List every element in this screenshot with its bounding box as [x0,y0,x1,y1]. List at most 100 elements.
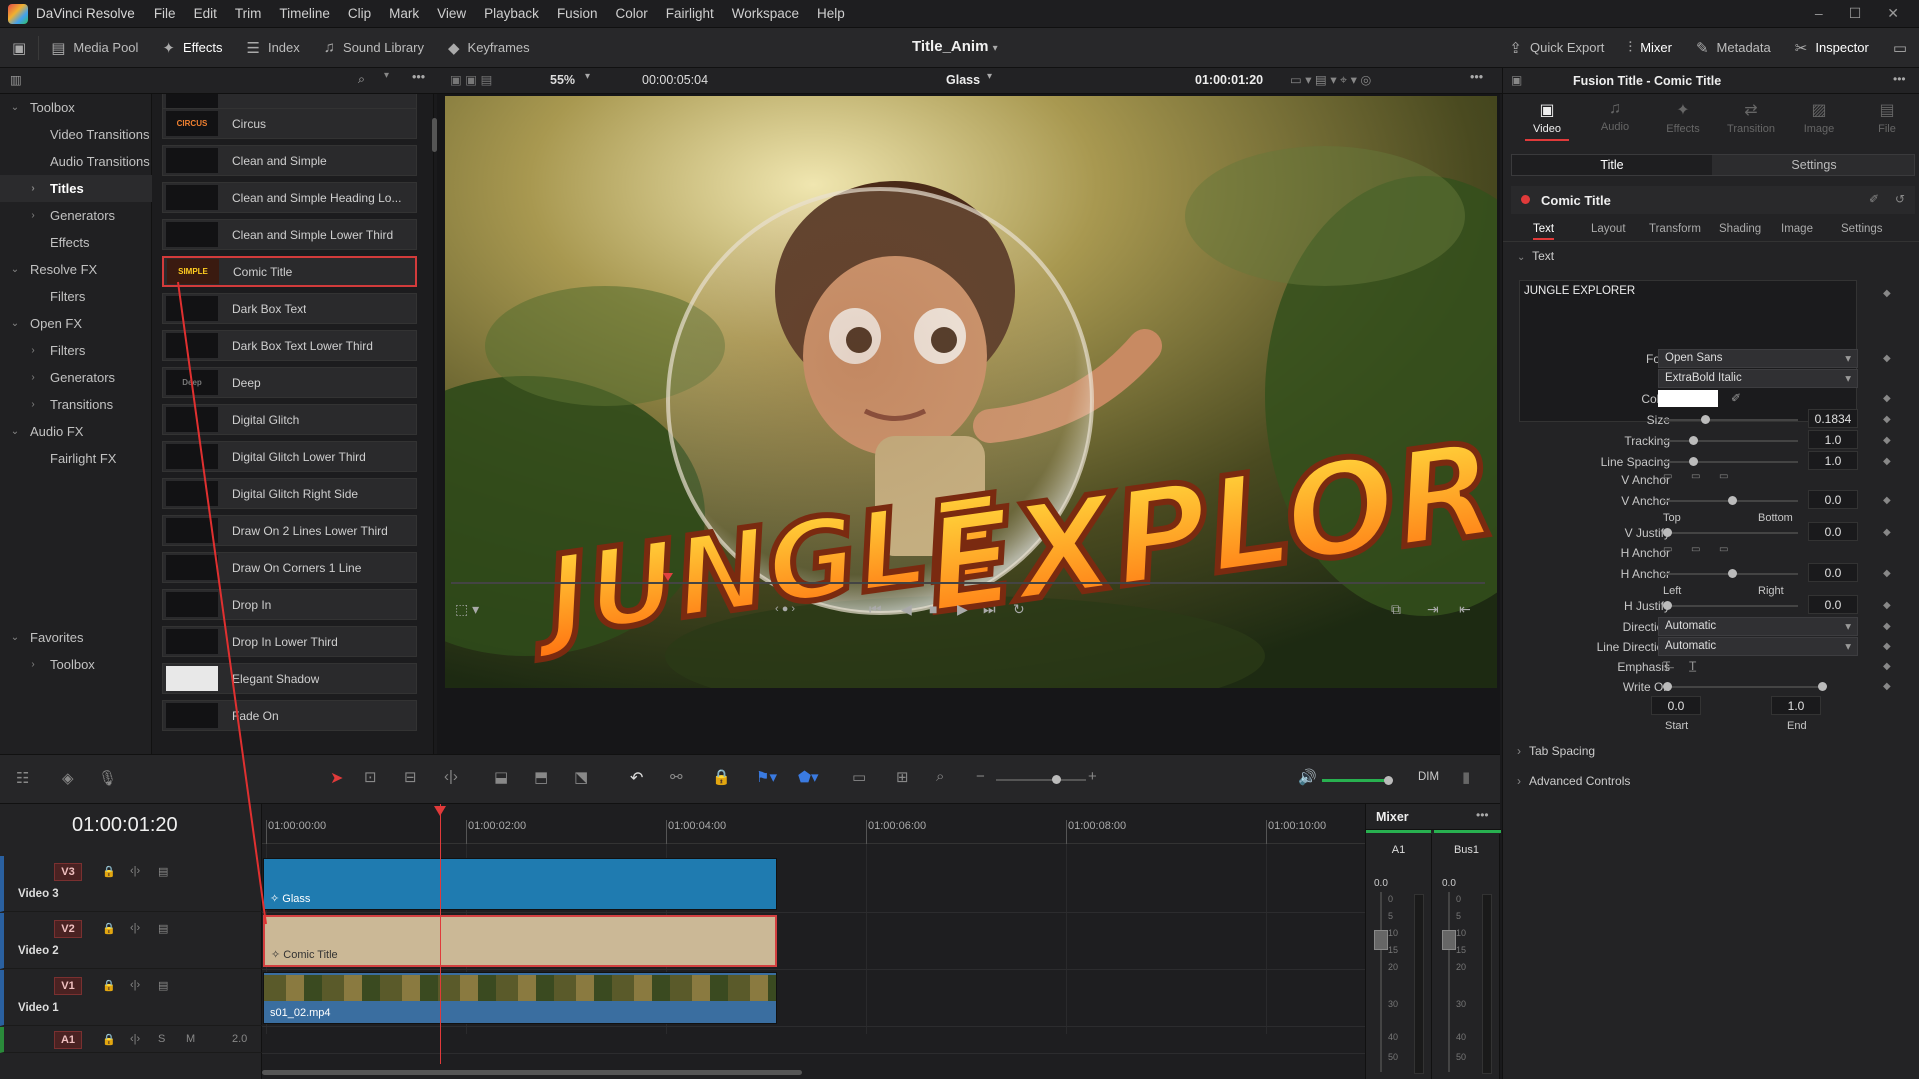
track-tag[interactable]: A1 [54,1031,82,1049]
write-on-start-knob[interactable] [1663,682,1672,691]
list-item[interactable]: Dark Box Text [162,293,417,324]
dim-button[interactable]: DIM [1418,771,1439,783]
insert-clip-icon[interactable]: ⬓ [494,768,508,786]
v-anchor-slider[interactable] [1663,496,1798,505]
keyframe-diamond-icon[interactable]: ◆ [1883,353,1891,364]
menu-mark[interactable]: Mark [380,6,428,21]
align-box-icon[interactable]: ▭ [1719,544,1728,555]
close-button[interactable]: ✕ [1887,5,1899,22]
align-box-icon[interactable]: ▭ [1663,544,1672,555]
metadata-button[interactable]: ✎ Metadata [1684,28,1783,68]
search-icon[interactable]: ⌕ [358,72,365,87]
list-item[interactable]: Digital Glitch Lower Third [162,441,417,472]
more-options-icon[interactable]: ••• [1476,808,1489,822]
track-lock-icon[interactable]: 🔒 [102,922,116,935]
project-title[interactable]: Title_Anim ▾ [912,38,998,55]
keyframe-diamond-icon[interactable]: ◆ [1883,661,1891,672]
write-on-slider[interactable] [1663,682,1827,691]
eyedropper-icon[interactable]: ✐ [1731,391,1741,405]
menu-trim[interactable]: Trim [226,6,271,21]
menu-fairlight[interactable]: Fairlight [657,6,723,21]
loop-icon[interactable]: ↻ [1013,601,1025,618]
auto-select-icon[interactable]: ‹|› [130,1033,140,1045]
v-justify-knob[interactable] [1663,528,1672,537]
sidebar-item-titles[interactable]: › Titles [0,175,152,202]
dynamic-trim-icon[interactable]: ⊟ [404,768,417,786]
sidebar-item-generators[interactable]: › Generators [0,202,152,229]
solo-button[interactable]: S [158,1033,165,1045]
color-swatch[interactable] [1658,390,1718,407]
h-justify-slider[interactable] [1663,601,1798,610]
list-item[interactable]: Clean and Simple Lower Third [162,219,417,250]
menu-timeline[interactable]: Timeline [270,6,339,21]
sidebar-item-effects[interactable]: Effects [0,229,152,256]
h-anchor-slider[interactable] [1663,569,1798,578]
sidebar-item-filters[interactable]: › Filters [0,337,152,364]
list-item[interactable]: CIRCUS Circus [162,108,417,139]
timeline-ruler[interactable]: 01:00:00:00 01:00:02:00 01:00:04:00 01:00:0… [262,804,1365,844]
media-pool-button[interactable]: ▤ Media Pool [39,28,150,68]
tab-spacing-group[interactable]: › Tab Spacing [1517,744,1595,758]
keyframe-diamond-icon[interactable]: ◆ [1883,641,1891,652]
sidebar-item-audio-transitions[interactable]: Audio Transitions [0,148,152,175]
list-item[interactable]: Clean and Simple [162,145,417,176]
microphone-icon[interactable]: 🎙 [98,769,117,787]
trim-tool-icon[interactable]: ⊡ [364,768,377,786]
strikethrough-icon[interactable]: T̶ [1663,659,1670,673]
sidebar-toggle-icon[interactable]: ▥ [10,72,22,87]
param-1-value[interactable]: 1.0 [1808,430,1858,449]
list-item[interactable]: Elegant Shadow [162,663,417,694]
effects-button[interactable]: ✦ Effects [150,28,234,68]
chevron-down-icon[interactable]: ▾ [987,71,992,82]
index-button[interactable]: ☰ Index [235,28,312,68]
direction-dropdown[interactable]: Automatic [1658,617,1858,636]
overwrite-clip-icon[interactable]: ⬒ [534,768,548,786]
write-on-start-value[interactable]: 0.0 [1651,696,1701,715]
viewer-tools-icon[interactable]: ▭ ▾ ▤ ▾ ⌖ ▾ ◎ [1290,72,1371,88]
menu-view[interactable]: View [428,6,475,21]
timeline-playhead[interactable] [440,804,441,1064]
h-justify-value[interactable]: 0.0 [1808,595,1858,614]
keyframe-diamond-icon[interactable]: ◆ [1883,621,1891,632]
lock-icon[interactable]: 🔒 [712,768,731,786]
track-lock-icon[interactable]: 🔒 [102,865,116,878]
keyframe-diamond-icon[interactable]: ◆ [1883,600,1891,611]
advanced-controls-group[interactable]: › Advanced Controls [1517,774,1630,788]
chevron-down-icon[interactable]: ▾ [384,70,389,81]
track-tag[interactable]: V3 [54,863,82,881]
panel-toggle-button[interactable]: ▣ [0,28,38,68]
keyframe-diamond-icon[interactable]: ◆ [1883,527,1891,538]
clip-comic-title[interactable]: ✧ Comic Title [263,915,777,967]
blade-tool-icon[interactable]: ‹|› [444,768,458,785]
zoom-in-icon[interactable]: + [1088,768,1097,785]
keyframe-diamond-icon[interactable]: ◆ [1883,681,1891,692]
param-2-knob[interactable] [1689,457,1698,466]
menu-clip[interactable]: Clip [339,6,380,21]
zoom-detail-icon[interactable]: ⊞ [896,768,909,786]
play-icon[interactable]: ▶ [957,601,968,618]
fader-knob[interactable] [1442,930,1456,950]
param-1-knob[interactable] [1689,436,1698,445]
quick-export-button[interactable]: ⇪ Quick Export [1497,28,1616,68]
menu-playback[interactable]: Playback [475,6,548,21]
last-frame-icon[interactable]: ⇤ [1459,601,1471,618]
sidebar-item-filters[interactable]: Filters [0,283,152,310]
viewer-mode-icon[interactable]: ▣ ▣ ▤ [450,72,492,87]
auto-select-icon[interactable]: ‹|› [130,865,140,877]
link-icon[interactable]: ⚯ [670,768,683,786]
scrubber-playhead[interactable] [663,573,673,581]
zoom-custom-icon[interactable]: ⌕ [936,768,944,785]
mixer-button[interactable]: ⫶ Mixer [1616,28,1684,68]
list-item[interactable]: Draw On Corners 1 Line [162,552,417,583]
inspector-button[interactable]: ✂ Inspector [1783,28,1881,68]
speaker-icon[interactable]: 🔊 [1298,768,1317,786]
param-0-value[interactable]: 0.1834 [1808,409,1858,428]
align-box-icon[interactable]: ▭ [1691,544,1700,555]
auto-select-icon[interactable]: ‹|› [130,979,140,991]
zoom-level[interactable]: 55% [550,73,575,87]
marker-icon[interactable]: ⬟▾ [798,768,819,786]
sidebar-item-open-fx[interactable]: ⌄ Open FX [0,310,152,337]
keyframe-diamond-icon[interactable]: ◆ [1883,495,1891,506]
list-item[interactable]: Digital Glitch [162,404,417,435]
font-dropdown[interactable]: Open Sans [1658,349,1858,368]
